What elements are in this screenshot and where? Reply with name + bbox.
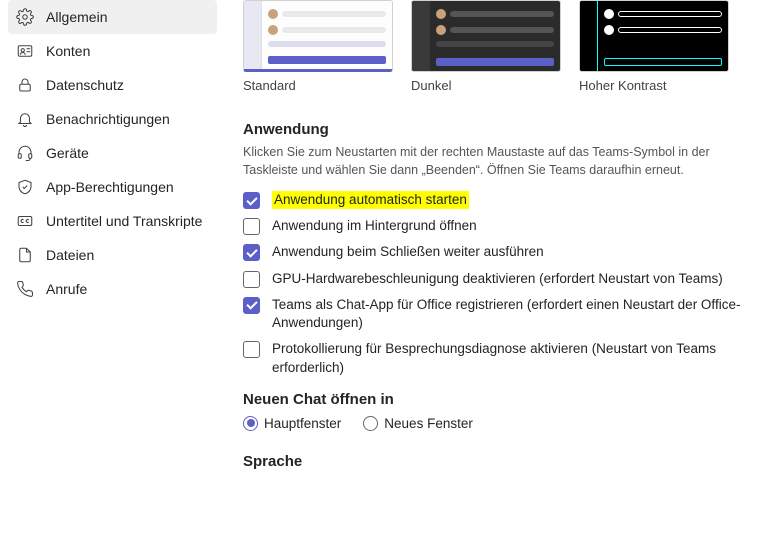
application-description: Klicken Sie zum Neustarten mit der recht… — [243, 144, 755, 179]
sidebar-item-privacy[interactable]: Datenschutz — [8, 68, 217, 102]
new-chat-heading: Neuen Chat öffnen in — [243, 391, 755, 408]
radio-label: Neues Fenster — [384, 416, 473, 431]
theme-label: Standard — [243, 78, 393, 93]
sidebar-item-label: Untertitel und Transkripte — [46, 213, 202, 229]
sidebar-item-label: Anrufe — [46, 281, 87, 297]
checkbox-label: Anwendung beim Schließen weiter ausführe… — [272, 243, 544, 261]
radio-icon — [243, 416, 258, 431]
checkbox-label: Teams als Chat-App für Office registrier… — [272, 296, 755, 332]
theme-standard[interactable]: Standard — [243, 0, 393, 93]
checkbox-label: GPU-Hardwarebeschleunigung deaktivieren … — [272, 270, 723, 288]
new-chat-radio-group: Hauptfenster Neues Fenster — [243, 416, 755, 431]
theme-thumbnail — [411, 0, 561, 72]
account-icon — [16, 42, 34, 60]
lock-icon — [16, 76, 34, 94]
sidebar-item-devices[interactable]: Geräte — [8, 136, 217, 170]
radio-main-window[interactable]: Hauptfenster — [243, 416, 341, 431]
shield-icon — [16, 178, 34, 196]
option-open-background[interactable]: Anwendung im Hintergrund öffnen — [243, 217, 755, 235]
radio-new-window[interactable]: Neues Fenster — [363, 416, 473, 431]
option-diagnostic-logging[interactable]: Protokollierung für Besprechungsdiagnose… — [243, 340, 755, 376]
gear-icon — [16, 8, 34, 26]
option-keep-running[interactable]: Anwendung beim Schließen weiter ausführe… — [243, 243, 755, 261]
radio-label: Hauptfenster — [264, 416, 341, 431]
theme-label: Hoher Kontrast — [579, 78, 729, 93]
sidebar-item-calls[interactable]: Anrufe — [8, 272, 217, 306]
sidebar-item-notifications[interactable]: Benachrichtigungen — [8, 102, 217, 136]
theme-thumbnail — [579, 0, 729, 72]
sidebar-item-label: Benachrichtigungen — [46, 111, 170, 127]
sidebar-item-general[interactable]: Allgemein — [8, 0, 217, 34]
sidebar-item-label: Dateien — [46, 247, 94, 263]
settings-sidebar: Allgemein Konten Datenschutz Benachricht… — [0, 0, 225, 550]
checkbox-icon — [243, 244, 260, 261]
option-register-office[interactable]: Teams als Chat-App für Office registrier… — [243, 296, 755, 332]
sidebar-item-label: Datenschutz — [46, 77, 124, 93]
sidebar-item-accounts[interactable]: Konten — [8, 34, 217, 68]
theme-thumbnail — [243, 0, 393, 72]
settings-main: Standard Dunkel — [225, 0, 775, 550]
checkbox-icon — [243, 297, 260, 314]
language-heading: Sprache — [243, 453, 755, 470]
sidebar-item-label: Geräte — [46, 145, 89, 161]
option-auto-start[interactable]: Anwendung automatisch starten — [243, 191, 755, 209]
checkbox-icon — [243, 192, 260, 209]
checkbox-icon — [243, 218, 260, 235]
theme-dark[interactable]: Dunkel — [411, 0, 561, 93]
checkbox-label: Anwendung im Hintergrund öffnen — [272, 217, 477, 235]
sidebar-item-files[interactable]: Dateien — [8, 238, 217, 272]
checkbox-icon — [243, 271, 260, 288]
sidebar-item-label: Konten — [46, 43, 90, 59]
checkbox-label: Anwendung automatisch starten — [272, 191, 469, 209]
sidebar-item-app-permissions[interactable]: App-Berechtigungen — [8, 170, 217, 204]
sidebar-item-captions[interactable]: Untertitel und Transkripte — [8, 204, 217, 238]
theme-label: Dunkel — [411, 78, 561, 93]
checkbox-icon — [243, 341, 260, 358]
sidebar-item-label: Allgemein — [46, 9, 107, 25]
radio-icon — [363, 416, 378, 431]
captions-icon — [16, 212, 34, 230]
checkbox-label: Protokollierung für Besprechungsdiagnose… — [272, 340, 755, 376]
headset-icon — [16, 144, 34, 162]
bell-icon — [16, 110, 34, 128]
sidebar-item-label: App-Berechtigungen — [46, 179, 174, 195]
application-heading: Anwendung — [243, 121, 755, 138]
theme-high-contrast[interactable]: Hoher Kontrast — [579, 0, 729, 93]
theme-picker: Standard Dunkel — [243, 0, 755, 93]
file-icon — [16, 246, 34, 264]
phone-icon — [16, 280, 34, 298]
option-disable-gpu[interactable]: GPU-Hardwarebeschleunigung deaktivieren … — [243, 270, 755, 288]
